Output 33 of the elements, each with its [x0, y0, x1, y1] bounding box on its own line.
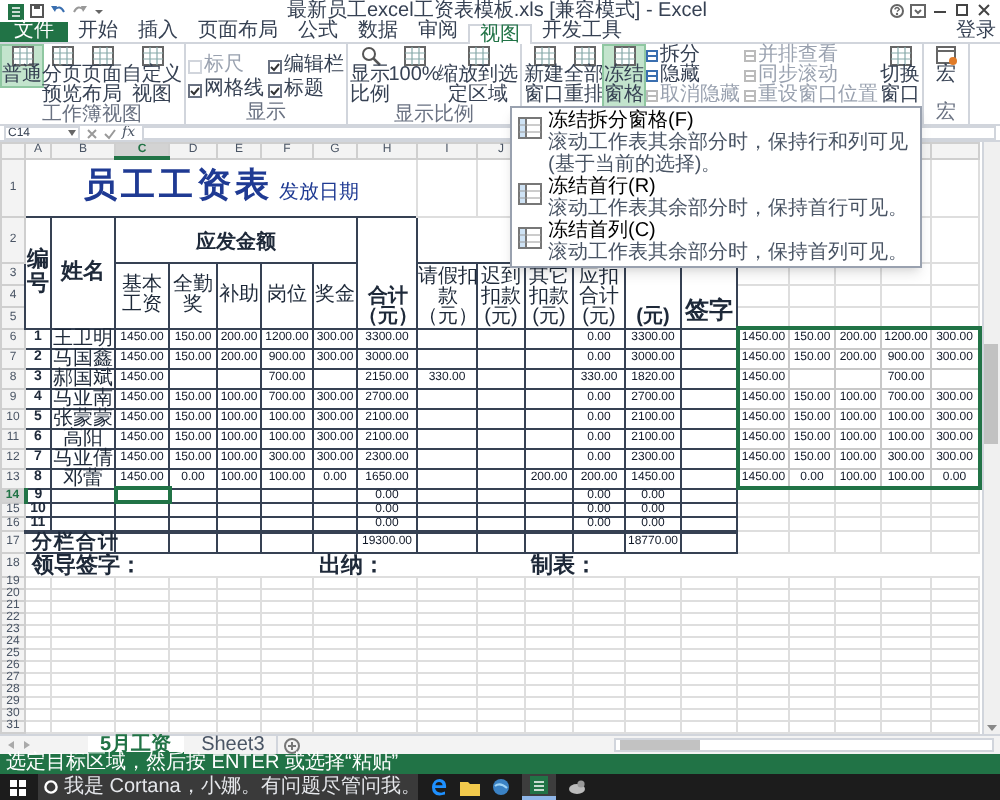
column-heading: 全勤奖	[171, 275, 215, 315]
table-cell: 王卫明	[53, 327, 113, 349]
sheet-title: 员工工资表	[83, 170, 273, 205]
table-cell: 马亚南	[53, 387, 113, 409]
group-label: 宏	[936, 104, 956, 124]
column-heading: (元)	[636, 307, 670, 327]
checkbox-label: 标题	[284, 80, 324, 100]
signature-label: 领导签字：	[32, 551, 142, 577]
table-cell: 郝国斌	[53, 367, 113, 389]
date-label: 发放日期	[279, 184, 359, 205]
checkbox-label: 标尺	[204, 56, 244, 76]
column-heading: 合计（元）	[358, 287, 418, 327]
table-cell: 马国鑫	[53, 347, 113, 369]
table-cell: 马亚倩	[53, 447, 113, 469]
table-cell: 高阳	[63, 427, 103, 449]
table-cell: 张蒙蒙	[53, 407, 113, 429]
column-heading: 补助	[219, 285, 259, 305]
column-heading: 签字	[685, 297, 733, 321]
column-heading: 应发金额	[196, 233, 276, 253]
column-heading: 奖金	[315, 285, 355, 305]
group-label: 显示	[246, 104, 286, 124]
column-heading: 姓名	[61, 261, 105, 283]
signature-label: 出纳：	[319, 551, 385, 577]
group-label: 显示比例	[394, 106, 474, 126]
checkbox-label: 编辑栏	[284, 56, 344, 76]
table-cell: 邓蕾	[63, 467, 103, 489]
group-label: 工作簿视图	[42, 106, 142, 126]
checkbox-label: 网格线	[204, 80, 264, 100]
column-heading: 基本工资	[120, 275, 164, 315]
column-heading: 编号	[27, 248, 49, 296]
status-text: 选定目标区域，然后按 ENTER 或选择“粘贴”	[6, 754, 399, 774]
signature-label: 制表：	[531, 551, 597, 577]
column-heading: 岗位	[267, 285, 307, 305]
